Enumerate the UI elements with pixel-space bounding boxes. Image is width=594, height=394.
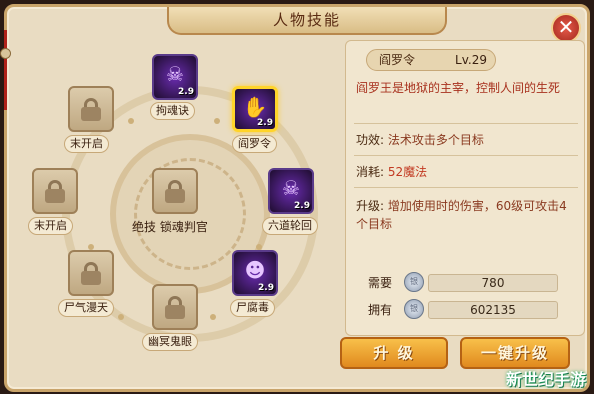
have-row: 拥有 银 602135	[360, 299, 560, 321]
divider	[354, 187, 578, 188]
tassel-bead	[0, 48, 11, 59]
upgrade-label: 升级:	[356, 199, 385, 213]
skill-name-yanluoling: 阎罗令	[232, 135, 277, 153]
lock-icon	[81, 262, 101, 285]
skill-name-unopened-left: 末开启	[28, 217, 73, 235]
skill-icon-shiqimantian[interactable]	[68, 250, 114, 296]
skill-name-unopened-top: 末开启	[64, 135, 109, 153]
upgrade-row: 升级: 增加使用时的伤害，60级可攻击4个目标	[356, 197, 578, 233]
need-row: 需要 银 780	[360, 272, 560, 294]
window-title: 人物技能	[167, 7, 447, 35]
effect-row: 功效: 法术攻击多个目标	[356, 131, 578, 149]
close-icon[interactable]: ✕	[551, 13, 581, 43]
have-value: 602135	[428, 301, 558, 319]
skill-name-shiqimantian: 尸气漫天	[58, 299, 114, 317]
have-label: 拥有	[368, 303, 393, 317]
watermark-logo: 新世纪手游	[505, 370, 586, 389]
ring-dot	[214, 118, 220, 124]
skill-icon-youmingguiyan[interactable]	[152, 284, 198, 330]
detail-skill-level: Lv.29	[455, 53, 487, 67]
cost-row: 消耗: 52魔法	[356, 163, 578, 181]
ghost-icon: ☻	[244, 258, 266, 282]
skill-wheel: ☠ 2.9 拘魂诀 ✋ 2.9 阎罗令 ☠ 2.9 六道轮回 ☻ 2.9 尸腐毒…	[18, 34, 340, 386]
need-label: 需要	[368, 276, 393, 290]
silver-coin-icon: 银	[404, 299, 424, 319]
ring-dot	[118, 314, 124, 320]
lock-icon	[165, 180, 185, 203]
tassel-decoration	[0, 30, 14, 120]
divider	[354, 155, 578, 156]
skill-icon-shifudu[interactable]: ☻ 2.9	[232, 250, 278, 296]
upgrade-all-button[interactable]: 一键升级	[460, 337, 570, 369]
skill-description: 阎罗王是地狱的主宰，控制人间的生死	[356, 81, 561, 95]
ring-dot	[128, 118, 134, 124]
ultimate-type: 绝技	[132, 220, 157, 234]
ultimate-label: 绝技 锁魂判官	[132, 218, 208, 235]
cost-value: 52魔法	[387, 165, 428, 179]
upgrade-button[interactable]: 升 级	[340, 337, 448, 369]
skill-level: 2.9	[178, 87, 194, 97]
skull-icon: ☠	[166, 62, 184, 86]
skill-name-tag: 阎罗令 Lv.29	[366, 49, 496, 71]
skill-icon-liudaolunhui[interactable]: ☠ 2.9	[268, 168, 314, 214]
ring-dot	[88, 244, 94, 250]
divider	[354, 123, 578, 124]
skill-name-shifudu: 尸腐毒	[230, 299, 275, 317]
lock-icon	[45, 180, 65, 203]
skill-icon-ultimate[interactable]	[152, 168, 198, 214]
cost-label: 消耗:	[356, 165, 385, 179]
skill-icon-yanluoling[interactable]: ✋ 2.9	[232, 86, 278, 132]
ring-dot	[256, 244, 262, 250]
need-value: 780	[428, 274, 558, 292]
lock-icon	[81, 98, 101, 121]
ultimate-name: 锁魂判官	[159, 220, 208, 234]
silver-coin-icon: 银	[404, 272, 424, 292]
lock-icon	[165, 296, 185, 319]
skill-level: 2.9	[294, 201, 310, 211]
skill-level: 2.9	[258, 283, 274, 293]
skull-icon: ☠	[282, 176, 300, 200]
effect-value: 法术攻击多个目标	[387, 133, 484, 147]
skill-name-gouhunjue: 拘魂诀	[150, 102, 195, 120]
skill-icon-gouhunjue[interactable]: ☠ 2.9	[152, 54, 198, 100]
claw-icon: ✋	[242, 95, 268, 119]
effect-label: 功效:	[356, 133, 385, 147]
skill-name-youmingguiyan: 幽冥鬼眼	[142, 333, 198, 351]
skill-icon-unopened-top[interactable]	[68, 86, 114, 132]
skill-icon-unopened-left[interactable]	[32, 168, 78, 214]
tassel-cord	[4, 30, 7, 110]
skill-level: 2.9	[257, 118, 273, 128]
skill-name-liudaolunhui: 六道轮回	[262, 217, 318, 235]
ring-dot	[210, 314, 216, 320]
upgrade-value: 增加使用时的伤害，60级可攻击4个目标	[356, 199, 567, 231]
detail-skill-name: 阎罗令	[379, 53, 416, 67]
